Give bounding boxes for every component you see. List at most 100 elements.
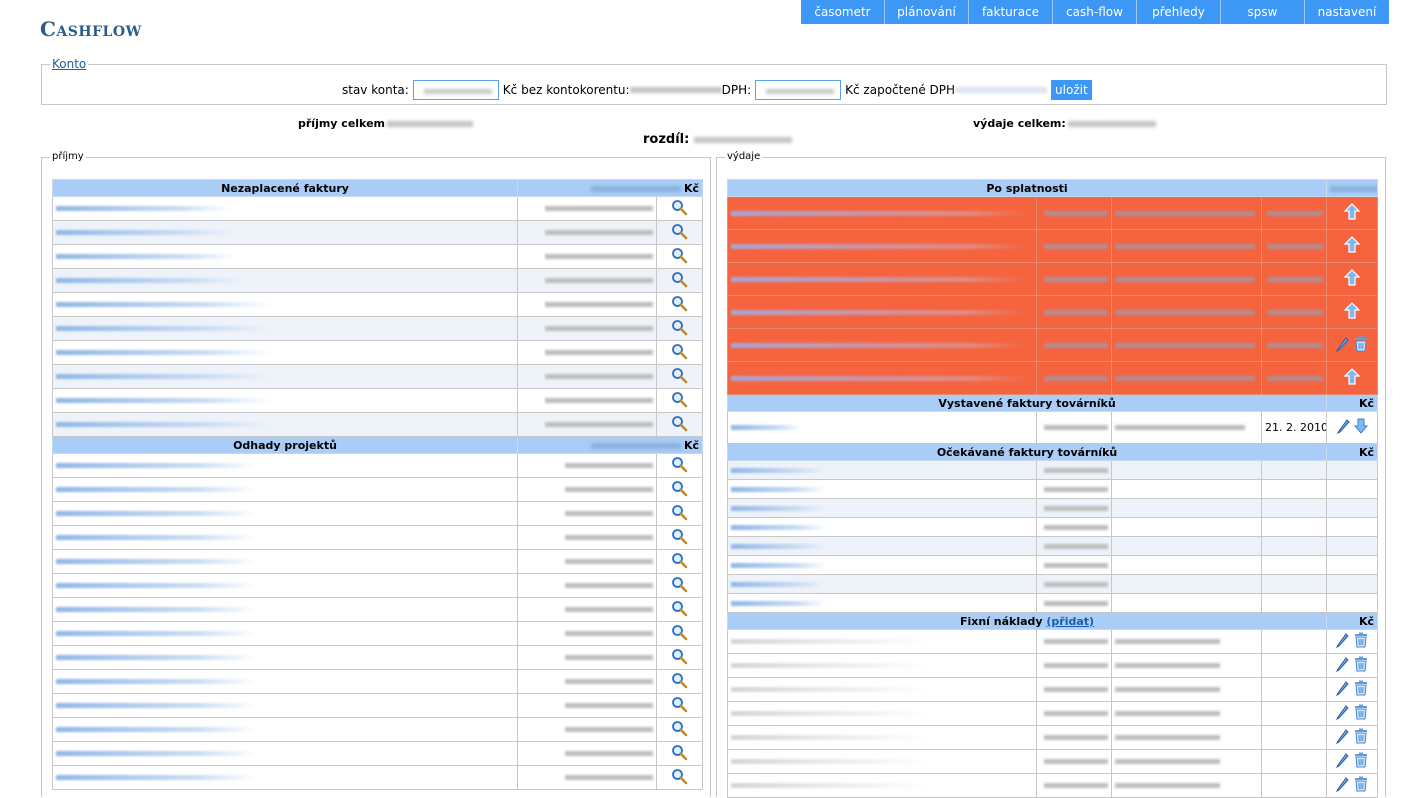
- arrow-up-icon[interactable]: [1344, 236, 1360, 256]
- pencil-icon[interactable]: [1335, 656, 1350, 675]
- nav-spsw[interactable]: spsw: [1221, 0, 1305, 24]
- pencil-icon[interactable]: [1335, 680, 1350, 699]
- invoice-link[interactable]: [53, 389, 518, 413]
- magnifier-icon[interactable]: [671, 343, 688, 363]
- ocekavane-name[interactable]: [728, 518, 1037, 537]
- project-link[interactable]: [53, 526, 518, 550]
- overdue-name[interactable]: [728, 329, 1037, 362]
- invoice-link[interactable]: [53, 197, 518, 221]
- invoice-link[interactable]: [53, 221, 518, 245]
- invoice-link[interactable]: [53, 317, 518, 341]
- pencil-icon[interactable]: [1335, 752, 1350, 771]
- nav-nastaveni[interactable]: nastavení: [1305, 0, 1389, 24]
- nav-prehledy[interactable]: přehledy: [1137, 0, 1221, 24]
- magnifier-icon[interactable]: [671, 480, 688, 500]
- project-link[interactable]: [53, 646, 518, 670]
- arrow-up-icon[interactable]: [1344, 269, 1360, 289]
- trash-icon[interactable]: [1353, 632, 1369, 651]
- pencil-icon[interactable]: [1335, 632, 1350, 651]
- ocekavane-name[interactable]: [728, 480, 1037, 499]
- invoice-link[interactable]: [53, 341, 518, 365]
- project-link[interactable]: [53, 550, 518, 574]
- invoice-link[interactable]: [53, 293, 518, 317]
- magnifier-icon[interactable]: [671, 456, 688, 476]
- magnifier-icon[interactable]: [671, 295, 688, 315]
- pencil-icon[interactable]: [1335, 336, 1350, 355]
- magnifier-icon[interactable]: [671, 391, 688, 411]
- trash-icon[interactable]: [1353, 680, 1369, 699]
- magnifier-icon[interactable]: [671, 504, 688, 524]
- magnifier-icon[interactable]: [671, 199, 688, 219]
- stav-konta-input[interactable]: [413, 80, 499, 100]
- trash-icon[interactable]: [1353, 776, 1369, 795]
- magnifier-icon[interactable]: [671, 223, 688, 243]
- overdue-row: [728, 296, 1378, 329]
- nav-planovani[interactable]: plánování: [885, 0, 969, 24]
- save-button[interactable]: uložit: [1051, 80, 1092, 100]
- project-link[interactable]: [53, 766, 518, 790]
- trash-icon[interactable]: [1353, 656, 1369, 675]
- pencil-icon[interactable]: [1335, 704, 1350, 723]
- detail-cell: [657, 341, 703, 365]
- magnifier-icon[interactable]: [671, 720, 688, 740]
- project-link[interactable]: [53, 502, 518, 526]
- project-link[interactable]: [53, 598, 518, 622]
- magnifier-icon[interactable]: [671, 648, 688, 668]
- trash-icon[interactable]: [1353, 336, 1369, 355]
- ocekavane-name[interactable]: [728, 537, 1037, 556]
- project-link[interactable]: [53, 478, 518, 502]
- ocekavane-name[interactable]: [728, 499, 1037, 518]
- project-link[interactable]: [53, 574, 518, 598]
- project-link[interactable]: [53, 454, 518, 478]
- overdue-name[interactable]: [728, 296, 1037, 329]
- trash-icon[interactable]: [1353, 704, 1369, 723]
- magnifier-icon[interactable]: [671, 528, 688, 548]
- nav-casometr[interactable]: časometr: [801, 0, 885, 24]
- ocekavane-name[interactable]: [728, 556, 1037, 575]
- arrow-up-icon[interactable]: [1344, 203, 1360, 223]
- magnifier-icon[interactable]: [671, 576, 688, 596]
- magnifier-icon[interactable]: [671, 744, 688, 764]
- magnifier-icon[interactable]: [671, 247, 688, 267]
- project-link[interactable]: [53, 622, 518, 646]
- magnifier-icon[interactable]: [671, 696, 688, 716]
- pencil-icon[interactable]: [1335, 728, 1350, 747]
- trash-icon[interactable]: [1353, 728, 1369, 747]
- invoice-link[interactable]: [53, 365, 518, 389]
- arrow-down-icon[interactable]: [1354, 418, 1368, 437]
- ocekavane-name[interactable]: [728, 461, 1037, 480]
- trash-icon[interactable]: [1353, 752, 1369, 771]
- pencil-icon[interactable]: [1336, 418, 1351, 437]
- dph-input[interactable]: [755, 80, 841, 100]
- overdue-name[interactable]: [728, 362, 1037, 395]
- arrow-up-icon[interactable]: [1344, 368, 1360, 388]
- magnifier-icon[interactable]: [671, 672, 688, 692]
- project-link[interactable]: [53, 694, 518, 718]
- magnifier-icon[interactable]: [671, 600, 688, 620]
- invoice-link[interactable]: [53, 413, 518, 437]
- invoice-link[interactable]: [53, 245, 518, 269]
- nav-cash-flow[interactable]: cash-flow: [1053, 0, 1137, 24]
- magnifier-icon[interactable]: [671, 271, 688, 291]
- add-fixed-cost-link[interactable]: (přidat): [1046, 615, 1094, 628]
- magnifier-icon[interactable]: [671, 552, 688, 572]
- magnifier-icon[interactable]: [671, 768, 688, 788]
- project-link[interactable]: [53, 718, 518, 742]
- invoice-link[interactable]: [53, 269, 518, 293]
- overdue-name[interactable]: [728, 197, 1037, 230]
- vystavene-name[interactable]: [728, 412, 1037, 444]
- magnifier-icon[interactable]: [671, 319, 688, 339]
- nav-fakturace[interactable]: fakturace: [969, 0, 1053, 24]
- ocekavane-name[interactable]: [728, 575, 1037, 594]
- magnifier-icon[interactable]: [671, 415, 688, 435]
- pencil-icon[interactable]: [1335, 776, 1350, 795]
- ocekavane-name[interactable]: [728, 594, 1037, 613]
- overdue-name[interactable]: [728, 263, 1037, 296]
- arrow-up-icon[interactable]: [1344, 302, 1360, 322]
- konto-legend-link[interactable]: Konto: [50, 57, 88, 71]
- magnifier-icon[interactable]: [671, 624, 688, 644]
- project-link[interactable]: [53, 742, 518, 766]
- project-link[interactable]: [53, 670, 518, 694]
- overdue-name[interactable]: [728, 230, 1037, 263]
- magnifier-icon[interactable]: [671, 367, 688, 387]
